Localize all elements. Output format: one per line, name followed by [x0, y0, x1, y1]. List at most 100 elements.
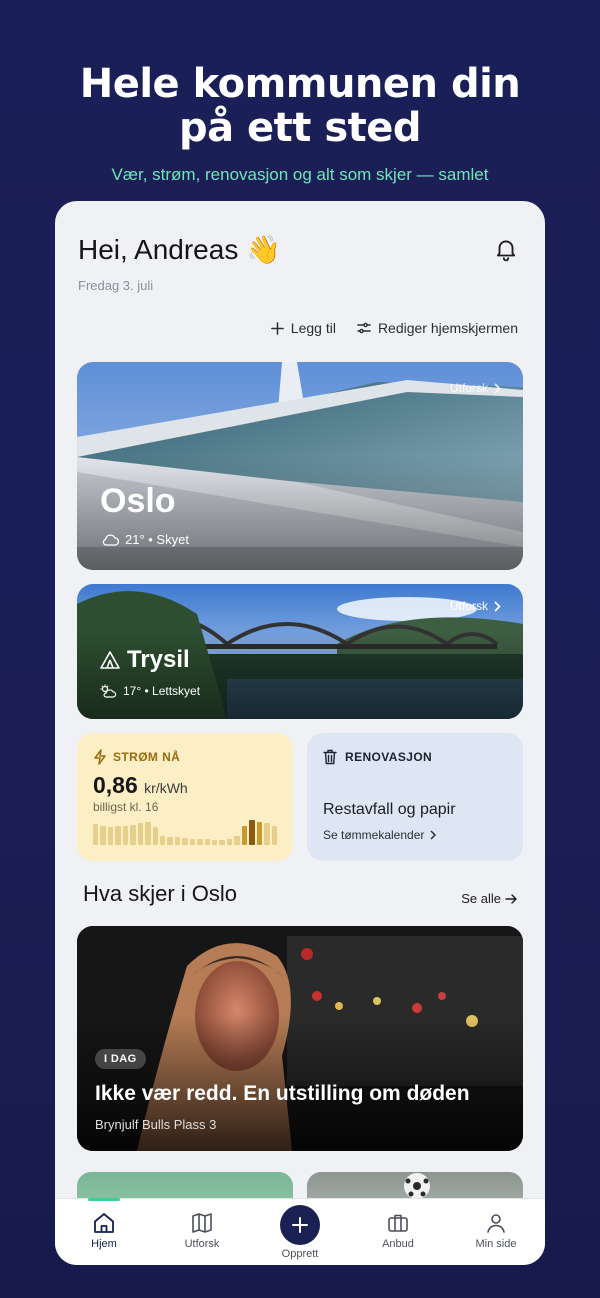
power-price-bar — [159, 835, 166, 845]
power-price-bar — [100, 825, 106, 845]
add-widget-button[interactable]: Legg til — [270, 320, 336, 336]
weather-text-oslo: 21° • Skyet — [125, 532, 189, 547]
power-cheapest-hour: billigst kl. 16 — [93, 800, 159, 814]
power-price-bar — [93, 824, 99, 845]
tab-tenders[interactable]: Anbud — [349, 1199, 447, 1265]
explore-label-oslo: Utforsk — [449, 381, 488, 395]
home-icon — [94, 1213, 114, 1233]
person-icon — [487, 1214, 505, 1233]
power-price-bar — [152, 826, 158, 845]
arrow-right-icon — [505, 893, 517, 904]
date-label: Fredag 3. juli — [78, 278, 154, 293]
tab-explore-label: Utforsk — [184, 1238, 220, 1250]
power-price-bar — [107, 826, 114, 845]
power-price-bar — [249, 820, 255, 845]
power-price-bar — [189, 838, 196, 845]
waste-next-type: Restavfall og papir — [323, 801, 456, 818]
header-actions: Legg til Rediger hjemskjermen — [270, 320, 518, 336]
hero-title-line1: Hele kommunen din — [79, 61, 521, 107]
edit-home-button[interactable]: Rediger hjemskjermen — [356, 320, 518, 336]
section-title: Hva skjer i Oslo — [83, 881, 238, 906]
weather-text-trysil: 17° • Lettskyet — [123, 684, 201, 698]
weather-trysil: 17° • Lettskyet — [99, 684, 200, 698]
tab-home[interactable]: Hjem — [55, 1198, 153, 1265]
plus-icon — [270, 321, 284, 335]
bell-icon[interactable] — [493, 235, 519, 263]
city-name-oslo: Oslo — [100, 482, 176, 520]
event-title: Ikke vær redd. En utstilling om døden — [95, 1082, 470, 1105]
wave-emoji: 👋 — [246, 234, 282, 265]
power-price-bar — [182, 837, 188, 845]
event-date-badge: I DAG — [95, 1049, 146, 1069]
power-price-widget[interactable]: STRØM NÅ 0,86 kr/kWh billigst kl. 16 — [77, 733, 293, 861]
waste-header: RENOVASJON — [323, 749, 507, 765]
power-price-bar — [130, 824, 136, 845]
partly-cloudy-icon — [100, 684, 117, 698]
greeting: Hei, Andreas 👋 — [78, 233, 281, 266]
trash-icon — [323, 749, 337, 765]
power-price-bar — [212, 839, 218, 845]
tab-home-label: Hjem — [91, 1238, 117, 1250]
power-price-bar — [137, 822, 144, 845]
edit-home-label: Rediger hjemskjermen — [377, 320, 518, 336]
chevron-right-icon — [494, 382, 501, 394]
power-price-value: 0,86 kr/kWh — [93, 772, 277, 799]
plus-icon — [292, 1217, 308, 1233]
see-all-link[interactable]: Se alle — [461, 891, 517, 906]
weather-oslo: 21° • Skyet — [101, 532, 189, 547]
phone-screen: Hei, Andreas 👋 Fredag 3. juli Legg til R… — [55, 201, 545, 1265]
explore-label-trysil: Utforsk — [449, 599, 488, 613]
explore-link-trysil[interactable]: Utforsk — [450, 599, 501, 613]
power-price-bar — [167, 837, 173, 845]
map-icon — [192, 1213, 212, 1233]
waste-collection-widget[interactable]: RENOVASJON Restavfall og papir Se tømmek… — [307, 733, 523, 861]
waste-label: RENOVASJON — [345, 750, 433, 764]
power-price-bar — [197, 838, 203, 845]
chevron-right-icon — [430, 830, 437, 840]
event-card[interactable]: I DAG Ikke vær redd. En utstilling om dø… — [77, 926, 523, 1151]
explore-link-oslo[interactable]: Utforsk — [450, 381, 501, 395]
power-price-bar — [226, 839, 233, 845]
power-price-bar — [204, 839, 210, 845]
power-price-bar — [256, 821, 263, 845]
event-location: Brynjulf Bulls Plass 3 — [95, 1117, 217, 1132]
add-widget-label: Legg til — [290, 320, 336, 336]
lightning-icon — [94, 749, 106, 765]
power-price-number: 0,86 — [93, 772, 138, 798]
power-price-bar — [219, 839, 225, 845]
tab-create-label: Opprett — [281, 1248, 319, 1260]
chevron-right-icon — [494, 600, 501, 612]
cloud-icon — [102, 534, 119, 546]
waste-calendar-label: Se tømmekalender — [323, 828, 425, 842]
tab-tenders-label: Anbud — [382, 1238, 414, 1250]
briefcase-icon — [388, 1214, 408, 1232]
city-card-trysil[interactable]: Utforsk Trysil 17° • Lettskyet — [77, 584, 523, 719]
power-price-bar — [122, 825, 129, 845]
hero-title: Hele kommunen din på ett sted — [0, 62, 600, 150]
waste-calendar-link[interactable]: Se tømmekalender — [323, 828, 437, 842]
power-price-bar — [241, 825, 248, 845]
tab-profile[interactable]: Min side — [447, 1199, 545, 1265]
power-price-bar — [174, 837, 181, 845]
tab-create[interactable]: Opprett — [251, 1199, 349, 1265]
sliders-icon — [357, 322, 371, 334]
create-button[interactable] — [280, 1205, 320, 1245]
power-price-bar — [145, 821, 151, 845]
city-name-trysil: Trysil — [99, 646, 190, 674]
bottom-tab-bar: Hjem Utforsk Opprett Anbud Min side — [55, 1198, 545, 1265]
tab-explore[interactable]: Utforsk — [153, 1199, 251, 1265]
tent-icon — [100, 651, 120, 669]
hero-subtitle: Vær, strøm, renovasjon og alt som skjer … — [111, 165, 489, 184]
greeting-text: Hei, Andreas — [78, 233, 239, 265]
power-price-label: STRØM NÅ — [113, 750, 181, 764]
city-card-oslo[interactable]: Utforsk Oslo 21° • Skyet — [77, 362, 523, 570]
power-price-bar — [264, 822, 270, 845]
city-name-trysil-text: Trysil — [127, 646, 190, 673]
hero-title-line2: på ett sted — [178, 105, 422, 151]
power-price-bars — [93, 819, 277, 845]
power-price-bar — [115, 826, 121, 845]
power-price-unit: kr/kWh — [144, 780, 188, 796]
see-all-label: Se alle — [461, 891, 501, 906]
tab-profile-label: Min side — [475, 1238, 517, 1250]
power-price-bar — [271, 825, 277, 845]
